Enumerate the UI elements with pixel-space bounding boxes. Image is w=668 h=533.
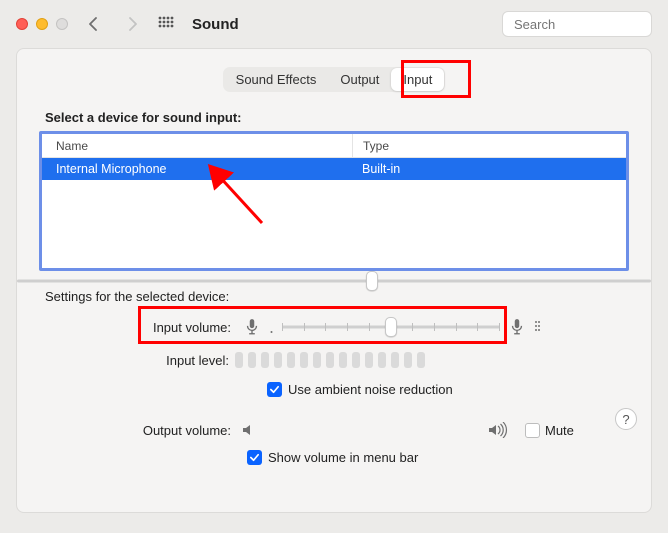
tabs-container: Sound Effects Output Input [17, 67, 651, 92]
mute-label: Mute [545, 423, 574, 438]
mic-min-icon [243, 318, 261, 336]
device-name: Internal Microphone [42, 162, 352, 176]
input-level-row: Input level: [17, 340, 651, 368]
noise-reduction-row: Use ambient noise reduction [17, 368, 651, 397]
output-volume-row: Output volume: Mute [17, 422, 651, 438]
settings-heading: Settings for the selected device: [17, 271, 651, 314]
speaker-min-icon [241, 422, 257, 438]
help-button[interactable]: ? [615, 408, 637, 430]
input-device-heading: Select a device for sound input: [17, 110, 651, 131]
show-volume-checkbox[interactable] [247, 450, 262, 465]
noise-reduction-checkbox[interactable] [267, 382, 282, 397]
search-box[interactable] [502, 11, 652, 37]
fullscreen-window-button [56, 18, 68, 30]
input-volume-label: Input volume: [17, 320, 235, 335]
input-volume-knob[interactable] [385, 317, 397, 337]
back-button[interactable] [82, 12, 106, 36]
mic-max-icon [508, 318, 526, 336]
output-volume-knob[interactable] [366, 271, 378, 291]
input-volume-row: Input volume: [17, 314, 651, 340]
titlebar: Sound [0, 0, 668, 48]
input-volume-slider[interactable] [282, 317, 500, 337]
mute-checkbox[interactable] [525, 423, 540, 438]
show-all-icon[interactable] [158, 16, 174, 32]
mute-row: Mute [525, 423, 574, 438]
output-volume-label: Output volume: [17, 423, 235, 438]
column-header-name[interactable]: Name [42, 139, 352, 153]
speaker-max-icon [487, 422, 509, 438]
forward-button [120, 12, 144, 36]
input-level-meter [235, 352, 425, 368]
device-type: Built-in [352, 162, 626, 176]
main-panel: Sound Effects Output Input Select a devi… [16, 48, 652, 513]
mic-max-level-icon [534, 318, 540, 336]
tab-sound-effects[interactable]: Sound Effects [224, 68, 329, 91]
window-title: Sound [192, 16, 239, 33]
tab-input[interactable]: Input [391, 68, 444, 91]
input-device-table[interactable]: Name Type Internal Microphone Built-in [39, 131, 629, 271]
minimize-window-button[interactable] [36, 18, 48, 30]
tabs-segmented: Sound Effects Output Input [223, 67, 446, 92]
mic-min-level-icon [269, 318, 274, 336]
show-volume-label: Show volume in menu bar [268, 450, 418, 465]
table-header: Name Type [42, 134, 626, 158]
window-controls [16, 18, 68, 30]
show-volume-row: Show volume in menu bar [17, 438, 651, 465]
input-level-label: Input level: [17, 353, 235, 368]
search-input[interactable] [514, 17, 668, 32]
column-header-type[interactable]: Type [352, 134, 626, 157]
close-window-button[interactable] [16, 18, 28, 30]
table-row[interactable]: Internal Microphone Built-in [42, 158, 626, 180]
noise-reduction-label: Use ambient noise reduction [288, 382, 453, 397]
tab-output[interactable]: Output [328, 68, 391, 91]
